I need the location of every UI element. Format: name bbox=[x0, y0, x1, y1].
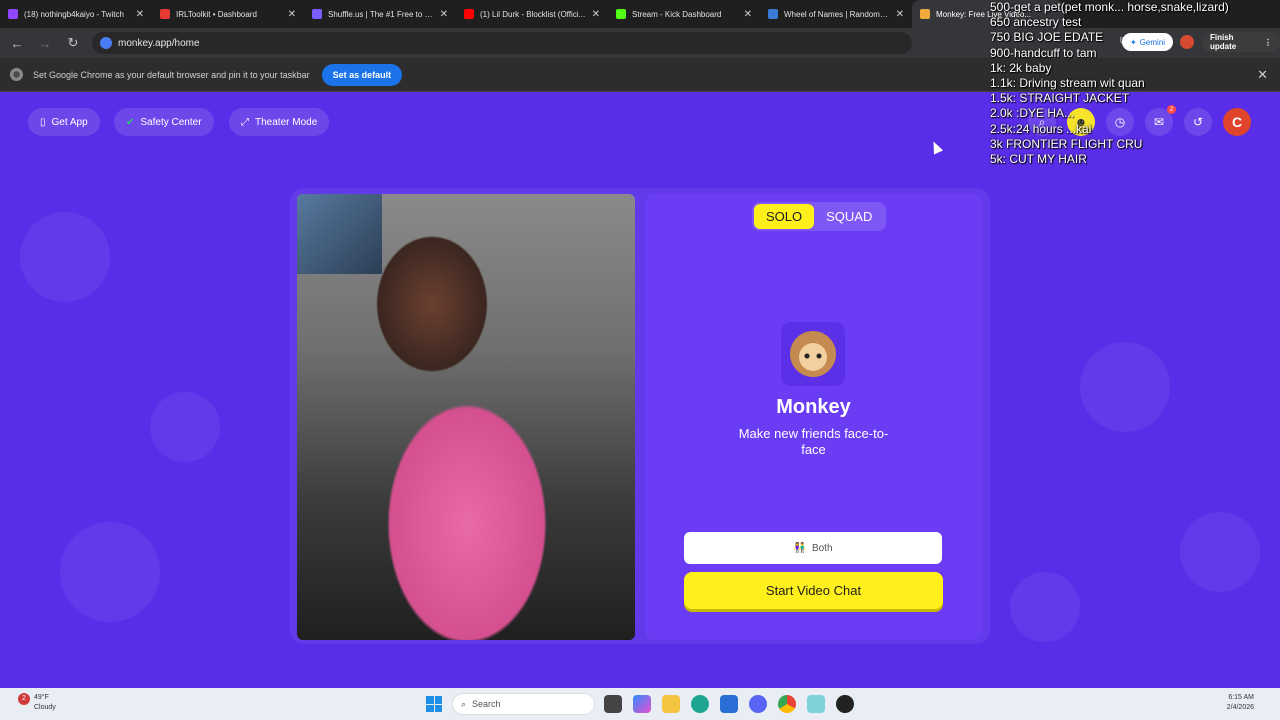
tab-twitch[interactable]: (18) nothingb4kaiyo - Twitch ✕ bbox=[0, 0, 152, 28]
mode-toggle: SOLO SQUAD bbox=[752, 202, 887, 231]
monkey-page: ▯ Get App ✔ Safety Center ⤢ Theater Mode… bbox=[0, 92, 1280, 688]
shield-check-icon: ✔ bbox=[126, 116, 135, 128]
forward-icon[interactable]: → bbox=[36, 36, 54, 51]
tab-shuffle[interactable]: Shuffle.us | The #1 Free to Pl... ✕ bbox=[304, 0, 456, 28]
stream-goals-overlay: 500-get a pet(pet monk... horse,snake,li… bbox=[990, 0, 1280, 167]
tab-title: Stream - Kick Dashboard bbox=[632, 9, 722, 19]
store-icon[interactable] bbox=[720, 695, 738, 713]
obs-icon[interactable] bbox=[836, 695, 854, 713]
shuffle-icon bbox=[312, 9, 322, 19]
overlay-line: 650 ancestry test bbox=[990, 15, 1082, 30]
tab-title: (1) Lil Durk - Blocklist (Offici... bbox=[480, 9, 586, 19]
start-video-chat-button[interactable]: Start Video Chat bbox=[684, 572, 943, 609]
edge-icon[interactable] bbox=[691, 695, 709, 713]
taskbar-search[interactable]: ⌕ Search bbox=[452, 693, 595, 715]
overlay-line: 3k FRONTIER FLIGHT CRU bbox=[990, 136, 1143, 151]
theater-mode-button[interactable]: ⤢ Theater Mode bbox=[229, 108, 330, 136]
chrome-icon[interactable] bbox=[778, 695, 796, 713]
overlay-line: 1.1k: Driving stream wit quan bbox=[990, 76, 1145, 91]
twitch-icon bbox=[8, 9, 18, 19]
background-poster bbox=[297, 194, 382, 274]
infobar-text: Set Google Chrome as your default browse… bbox=[33, 69, 310, 80]
background-bubble bbox=[150, 392, 220, 462]
task-view-icon[interactable] bbox=[604, 695, 622, 713]
set-default-button[interactable]: Set as default bbox=[321, 63, 403, 86]
tab-kick[interactable]: Stream - Kick Dashboard ✕ bbox=[608, 0, 760, 28]
tab-title: Shuffle.us | The #1 Free to Pl... bbox=[328, 9, 434, 19]
address-bar[interactable]: monkey.app/home bbox=[92, 32, 912, 54]
get-app-button[interactable]: ▯ Get App bbox=[28, 108, 100, 136]
wheel-icon bbox=[768, 9, 778, 19]
gender-filter-label: Both bbox=[811, 542, 833, 554]
overlay-line: 750 BIG JOE EDATE bbox=[990, 30, 1104, 45]
get-app-label: Get App bbox=[51, 116, 88, 128]
temperature: 49°F bbox=[34, 694, 49, 701]
weather-badge: 2 bbox=[18, 693, 30, 705]
overlay-line: 1k: 2k baby bbox=[990, 60, 1052, 75]
app-title: Monkey bbox=[776, 396, 851, 418]
close-icon[interactable]: ✕ bbox=[136, 9, 144, 20]
background-bubble bbox=[1180, 512, 1260, 592]
overlay-line: 500-get a pet(pet monk... horse,snake,li… bbox=[990, 0, 1229, 14]
people-icon: 👫 bbox=[793, 542, 806, 554]
close-icon[interactable]: ✕ bbox=[744, 9, 752, 20]
background-bubble bbox=[1080, 342, 1170, 432]
weather-condition: Cloudy bbox=[34, 704, 56, 711]
tab-wheel-of-names[interactable]: Wheel of Names | Random n... ✕ bbox=[760, 0, 912, 28]
search-icon: ⌕ bbox=[461, 698, 467, 709]
close-icon[interactable]: ✕ bbox=[288, 9, 296, 20]
youtube-icon bbox=[464, 9, 474, 19]
system-clock[interactable]: 6:15 AM 2/4/2026 bbox=[1227, 693, 1254, 713]
clock-date: 2/4/2026 bbox=[1226, 704, 1254, 711]
squad-mode-button[interactable]: SQUAD bbox=[814, 204, 884, 229]
local-video-preview bbox=[297, 194, 635, 640]
overlay-line: 2.0k :DYE HA... bbox=[990, 106, 1075, 121]
kick-icon bbox=[616, 9, 626, 19]
monkey-icon bbox=[920, 9, 930, 19]
phone-icon: ▯ bbox=[40, 116, 46, 128]
chrome-icon bbox=[10, 68, 23, 81]
taskbar-search-placeholder: Search bbox=[472, 699, 501, 709]
close-icon[interactable]: ✕ bbox=[896, 9, 904, 20]
overlay-line: 1.5k: STRAIGHT JACKET bbox=[990, 91, 1130, 106]
solo-mode-button[interactable]: SOLO bbox=[754, 204, 815, 229]
tab-irltoolkit[interactable]: IRLToolkit • Dashboard ✕ bbox=[152, 0, 304, 28]
background-bubble bbox=[60, 522, 160, 622]
irltoolkit-icon bbox=[160, 9, 170, 19]
background-bubble bbox=[20, 212, 110, 302]
tab-title: IRLToolkit • Dashboard bbox=[176, 9, 257, 19]
back-icon[interactable]: ← bbox=[8, 36, 26, 51]
close-icon[interactable]: ✕ bbox=[440, 9, 448, 20]
background-bubble bbox=[1010, 572, 1080, 642]
site-info-icon[interactable] bbox=[100, 37, 112, 49]
app-tagline: Make new friends face-to-face bbox=[738, 426, 889, 457]
discord-icon[interactable] bbox=[749, 695, 767, 713]
app-icon[interactable] bbox=[807, 695, 825, 713]
taskbar-apps bbox=[604, 695, 854, 713]
tab-title: (18) nothingb4kaiyo - Twitch bbox=[24, 9, 124, 19]
expand-icon: ⤢ bbox=[241, 116, 249, 128]
overlay-line: 2.5k:24 hours ...kai bbox=[990, 121, 1092, 136]
match-panel: SOLO SQUAD Monkey Make new friends face-… bbox=[645, 194, 982, 640]
monkey-logo bbox=[781, 322, 845, 386]
file-explorer-icon[interactable] bbox=[662, 695, 680, 713]
monkey-face-icon bbox=[790, 331, 836, 377]
gender-filter-button[interactable]: 👫 Both bbox=[684, 532, 942, 564]
tab-youtube[interactable]: (1) Lil Durk - Blocklist (Offici... ✕ bbox=[456, 0, 608, 28]
tab-title: Wheel of Names | Random n... bbox=[784, 9, 890, 19]
safety-center-label: Safety Center bbox=[140, 116, 202, 128]
weather-widget[interactable]: 2 49°F Cloudy bbox=[18, 693, 56, 713]
url-text: monkey.app/home bbox=[118, 37, 200, 49]
taskbar: 2 49°F Cloudy ⌕ Search 6:15 AM 2/4/2026 bbox=[0, 688, 1280, 720]
reload-icon[interactable]: ↻ bbox=[64, 35, 82, 51]
theater-mode-label: Theater Mode bbox=[255, 116, 318, 128]
overlay-line: 900-handcuff to tam bbox=[990, 45, 1097, 60]
copilot-icon[interactable] bbox=[633, 695, 651, 713]
overlay-line: 5k: CUT MY HAIR bbox=[990, 152, 1087, 167]
close-icon[interactable]: ✕ bbox=[592, 9, 600, 20]
clock-time: 6:15 AM bbox=[1228, 694, 1254, 701]
windows-start-icon[interactable] bbox=[426, 696, 442, 712]
safety-center-button[interactable]: ✔ Safety Center bbox=[114, 108, 214, 136]
